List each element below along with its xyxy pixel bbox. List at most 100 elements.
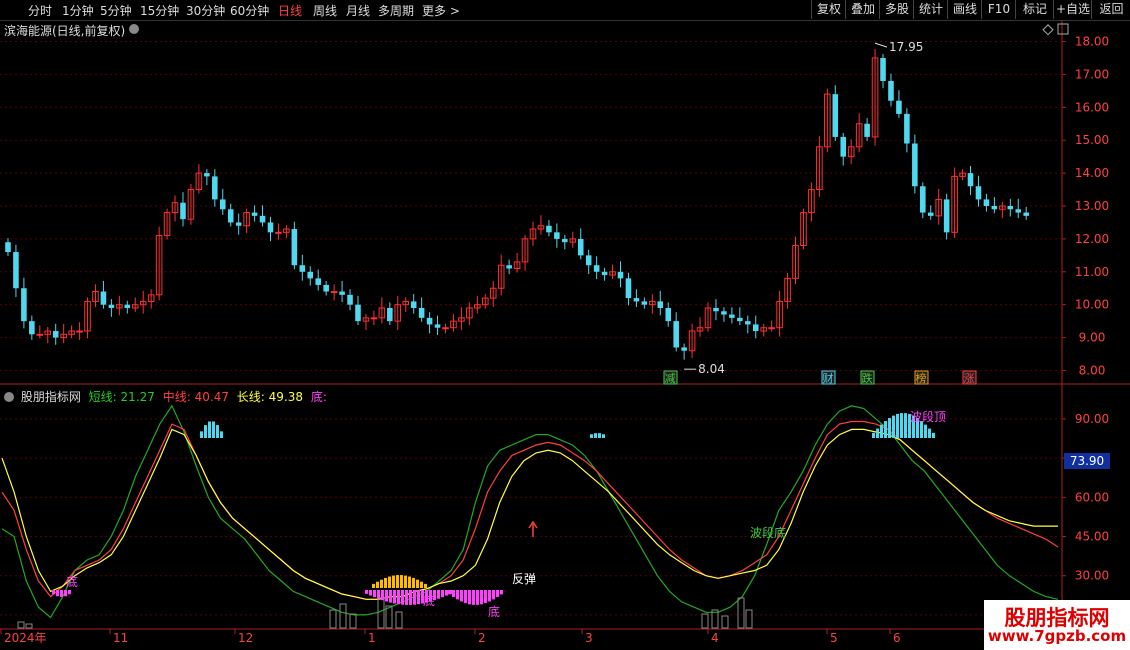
candle-body-down [108, 304, 115, 308]
event-tag-label: 涨 [964, 372, 975, 385]
high-marker-line [874, 42, 888, 48]
signal-bar [496, 590, 499, 597]
price-tick-label: 13.00 [1075, 199, 1109, 213]
price-tick-label: 17.00 [1075, 67, 1109, 81]
chart-canvas: 8.009.0010.0011.0012.0013.0014.0015.0016… [0, 20, 1130, 650]
candle-body-up [370, 317, 378, 320]
candle-body-down [864, 123, 870, 137]
candle-body-up [442, 327, 449, 330]
candle-body-down [307, 271, 314, 279]
signal-bar [405, 590, 408, 605]
candle-body-down [832, 94, 839, 137]
volume-bar [339, 603, 347, 629]
signal-label: 底 [488, 604, 500, 619]
signal-bar [385, 590, 388, 602]
signal-bar [892, 415, 895, 438]
signal-bar [200, 431, 203, 438]
price-tick-label: 14.00 [1075, 166, 1109, 180]
candle-body-down [212, 176, 218, 200]
time-label: 11 [113, 631, 128, 645]
candle-body-down [585, 255, 592, 266]
signal-label: 底 [423, 593, 435, 608]
candle-body-down [124, 304, 131, 308]
candle-body-down [1023, 212, 1029, 216]
signal-bar [389, 590, 392, 603]
price-tick-label: 18.00 [1075, 35, 1109, 49]
candle-body-down [410, 301, 417, 308]
signal-label: 反弹 [512, 572, 536, 586]
volume-bar [385, 605, 393, 629]
signal-bar [900, 413, 903, 438]
diamond-icon [1042, 24, 1054, 36]
candle-body-down [554, 232, 560, 239]
volume-bar [745, 609, 753, 629]
signal-bar [388, 576, 391, 588]
current-value-label: 73.90 [1070, 454, 1104, 468]
signal-bar [204, 425, 207, 438]
candle-body-down [13, 252, 19, 289]
signal-bar [416, 579, 419, 588]
event-tag: 跌 [860, 370, 875, 385]
candle-body-down [291, 229, 298, 266]
event-tag: 榜 [914, 370, 929, 385]
settings-icon [1057, 23, 1069, 35]
signal-bar [484, 590, 487, 604]
signal-bar [441, 590, 444, 598]
signal-bar [400, 575, 403, 588]
candle-body-down [506, 265, 512, 269]
event-tag: 涨 [962, 370, 977, 385]
up-arrow-icon [528, 520, 538, 537]
signal-bar [932, 432, 935, 438]
candle-body-down [633, 298, 640, 302]
candle-body-down [5, 242, 11, 253]
signal-bar [468, 590, 471, 605]
candle-body-down [975, 186, 982, 200]
candle-body-up [36, 333, 44, 336]
signal-bar [424, 583, 427, 588]
candle-body-down [943, 199, 950, 233]
candle-body-down [434, 324, 441, 328]
candle-body-down [1015, 209, 1022, 213]
signal-bar [372, 583, 375, 588]
candle-body-down [601, 271, 608, 276]
candle-body-down [347, 294, 353, 305]
signal-bar [365, 590, 368, 594]
candle-body-down [752, 324, 759, 332]
candle-body-down [251, 212, 258, 216]
signal-bar [412, 577, 415, 588]
candle-body-down [880, 57, 886, 81]
candle-body-down [983, 199, 990, 206]
volume-bar [395, 611, 403, 629]
candle-body-down [657, 301, 664, 308]
candle-body-down [729, 314, 735, 318]
signal-bar [420, 581, 423, 588]
signal-bar [904, 413, 907, 438]
candle-body-down [315, 278, 322, 285]
signal-bar [68, 590, 71, 595]
candle-body-down [744, 321, 751, 325]
candle-body-down [920, 186, 926, 213]
signal-bar [598, 433, 601, 438]
signal-bar [369, 590, 372, 596]
signal-bar [445, 590, 448, 596]
volume-bar [737, 597, 745, 629]
candle-body-down [721, 311, 727, 315]
signal-bar [397, 590, 400, 605]
signal-bar [56, 590, 59, 597]
candle-body-down [323, 284, 329, 292]
signal-bar [384, 577, 387, 588]
signal-bar [401, 590, 404, 605]
signal-label: 波段顶 [910, 409, 946, 424]
indicator-tick-label: 60.00 [1075, 490, 1109, 504]
candle-body-down [888, 80, 894, 101]
volume-bar [17, 621, 25, 629]
signal-bar [884, 421, 887, 438]
time-label: 2024年 [4, 631, 47, 645]
time-label: 12 [238, 631, 253, 645]
time-label: 4 [711, 631, 719, 645]
high-price-label: 17.95 [889, 40, 923, 54]
indicator-tick-label: 45.00 [1075, 530, 1109, 544]
price-tick-label: 9.00 [1079, 331, 1106, 345]
signal-bar [500, 590, 503, 595]
signal-bar [602, 434, 605, 438]
